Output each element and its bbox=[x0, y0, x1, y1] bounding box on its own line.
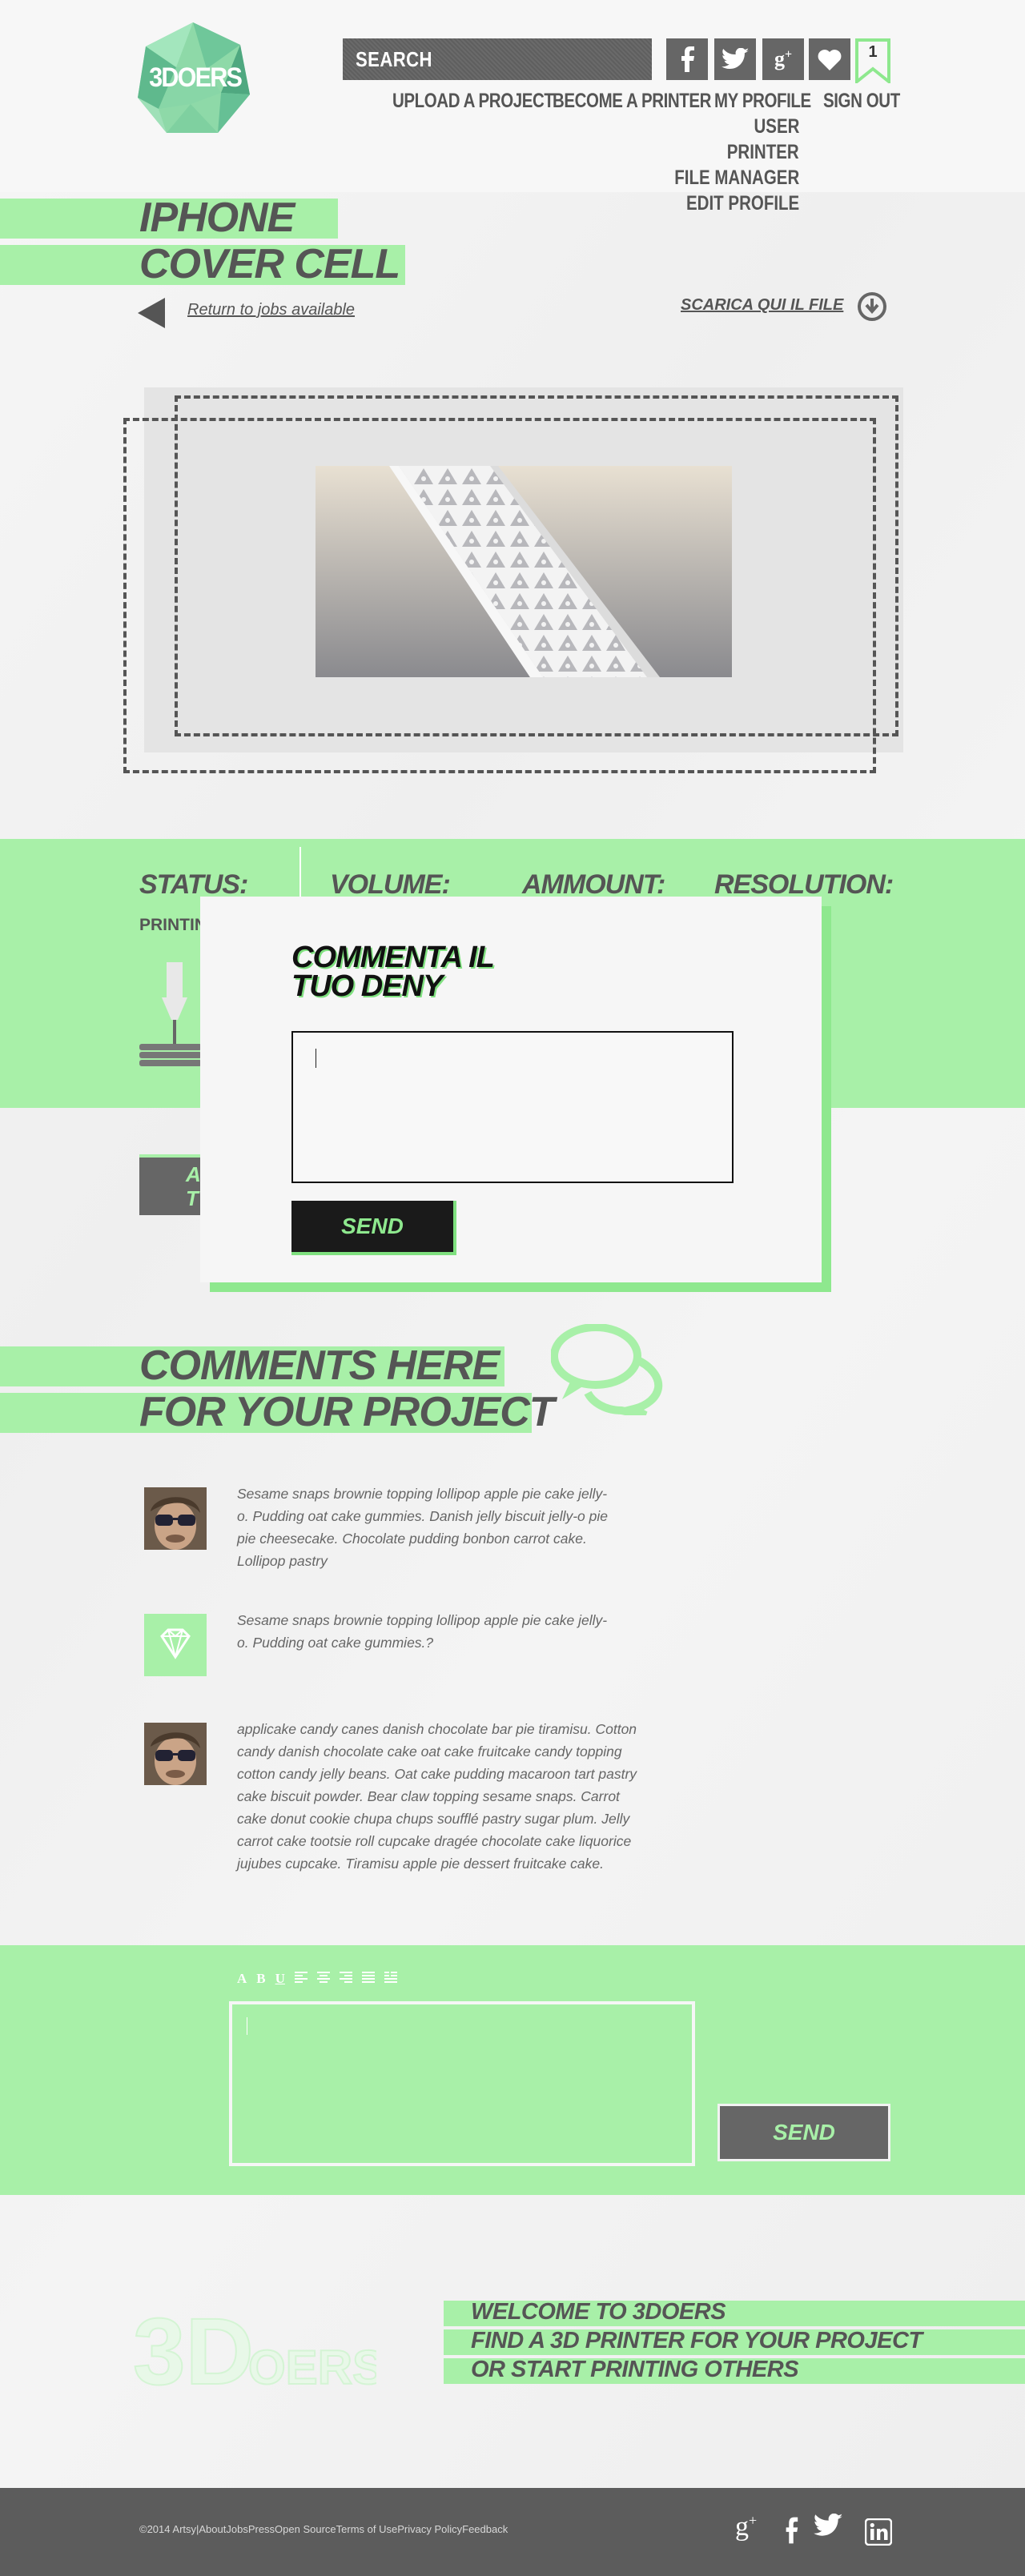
svg-text:3D: 3D bbox=[133, 2299, 254, 2398]
bold-toolbar-b[interactable]: B bbox=[256, 1971, 265, 1987]
modal-comment-textarea[interactable] bbox=[291, 1031, 734, 1183]
welcome-line2: FIND A 3D PRINTER FOR YOUR PROJECT bbox=[471, 2328, 922, 2353]
modal-title-line1: COMMENTA IL bbox=[291, 941, 495, 974]
accept-button-line2: T bbox=[186, 1186, 199, 1210]
align-right-icon[interactable] bbox=[339, 1971, 352, 1987]
welcome-line1: WELCOME TO 3DOERS bbox=[471, 2299, 726, 2325]
bold-toolbar-a[interactable]: A bbox=[237, 1971, 247, 1987]
logo-text: 3DOERS bbox=[149, 62, 243, 93]
comment-text: applicake candy canes danish chocolate b… bbox=[237, 1721, 637, 1872]
project-title-line1: IPHONE bbox=[139, 195, 295, 241]
project-photo bbox=[316, 466, 732, 677]
align-center-icon[interactable] bbox=[316, 1971, 330, 1987]
accept-button-line1: A bbox=[186, 1162, 201, 1186]
list-icon[interactable] bbox=[384, 1971, 397, 1987]
nav-upload-project[interactable]: UPLOAD A PROJECT bbox=[392, 90, 554, 113]
profile-menu-user[interactable]: USER bbox=[754, 115, 799, 138]
bookmark-icon[interactable]: 1 bbox=[855, 38, 890, 86]
modal-title-line2: TUO DENY bbox=[291, 969, 443, 1003]
align-left-icon[interactable] bbox=[294, 1971, 308, 1987]
bookmark-count: 1 bbox=[868, 43, 878, 61]
twitter-icon[interactable] bbox=[714, 38, 756, 80]
twitter-icon[interactable] bbox=[814, 2513, 842, 2542]
back-arrow-icon[interactable] bbox=[138, 298, 165, 332]
download-icon[interactable] bbox=[857, 291, 887, 326]
underline-toolbar-u[interactable]: U bbox=[275, 1971, 285, 1987]
printer-nozzle-icon bbox=[138, 957, 202, 1081]
linkedin-icon[interactable] bbox=[864, 2518, 893, 2550]
diamond-icon bbox=[160, 1628, 191, 1659]
footer-links[interactable]: ©2014 Artsy|AboutJobsPressOpen SourceTer… bbox=[139, 2523, 508, 2535]
svg-text:OERS: OERS bbox=[248, 2341, 376, 2394]
welcome-line3: OR START PRINTING OTHERS bbox=[471, 2357, 799, 2382]
comments-heading-line2: FOR YOUR PROJECT bbox=[139, 1389, 555, 1435]
modal-title: COMMENTA IL TUO DENY bbox=[291, 941, 495, 1003]
editor-toolbar: A B U bbox=[237, 1971, 397, 1987]
modal-send-button[interactable]: SEND bbox=[291, 1201, 456, 1255]
comment-text: Sesame snaps brownie topping lollipop ap… bbox=[237, 1486, 609, 1569]
avatar[interactable] bbox=[144, 1614, 207, 1676]
comment-editor-textarea[interactable] bbox=[229, 2001, 695, 2166]
nav-become-printer[interactable]: BECOME A PRINTER bbox=[553, 90, 711, 113]
search-label: SEARCH bbox=[356, 47, 432, 71]
comment-text: Sesame snaps brownie topping lollipop ap… bbox=[237, 1612, 608, 1651]
justify-icon[interactable] bbox=[361, 1971, 375, 1987]
avatar[interactable] bbox=[144, 1487, 207, 1550]
status-value: PRINTIN bbox=[139, 916, 207, 934]
facebook-icon[interactable] bbox=[783, 2517, 799, 2548]
nav-sign-out[interactable]: SIGN OUT bbox=[823, 90, 900, 113]
facebook-icon[interactable] bbox=[666, 38, 708, 80]
google-plus-icon[interactable]: g+ bbox=[735, 2512, 757, 2542]
profile-menu-printer[interactable]: PRINTER bbox=[727, 141, 799, 164]
google-plus-icon[interactable]: g+ bbox=[762, 38, 804, 80]
nav-my-profile[interactable]: MY PROFILE bbox=[714, 90, 811, 113]
speech-bubbles-icon bbox=[550, 1323, 663, 1419]
back-to-jobs-link[interactable]: Return to jobs available bbox=[187, 301, 355, 319]
status-divider bbox=[299, 847, 301, 903]
profile-menu-edit-profile[interactable]: EDIT PROFILE bbox=[686, 192, 799, 215]
heart-icon[interactable] bbox=[809, 38, 850, 80]
search-input[interactable]: SEARCH bbox=[343, 38, 652, 80]
profile-menu-file-manager[interactable]: FILE MANAGER bbox=[674, 167, 799, 190]
download-file-link[interactable]: SCARICA QUI IL FILE bbox=[681, 296, 843, 315]
avatar[interactable] bbox=[144, 1723, 207, 1785]
comments-heading-line1: COMMENTS HERE bbox=[139, 1342, 500, 1389]
logo[interactable]: 3DOERS bbox=[135, 21, 251, 138]
comment-send-button[interactable]: SEND bbox=[718, 2104, 890, 2161]
footer-3doers-logo[interactable]: 3D OERS bbox=[128, 2286, 385, 2405]
project-title-line2: COVER CELL bbox=[139, 241, 400, 287]
